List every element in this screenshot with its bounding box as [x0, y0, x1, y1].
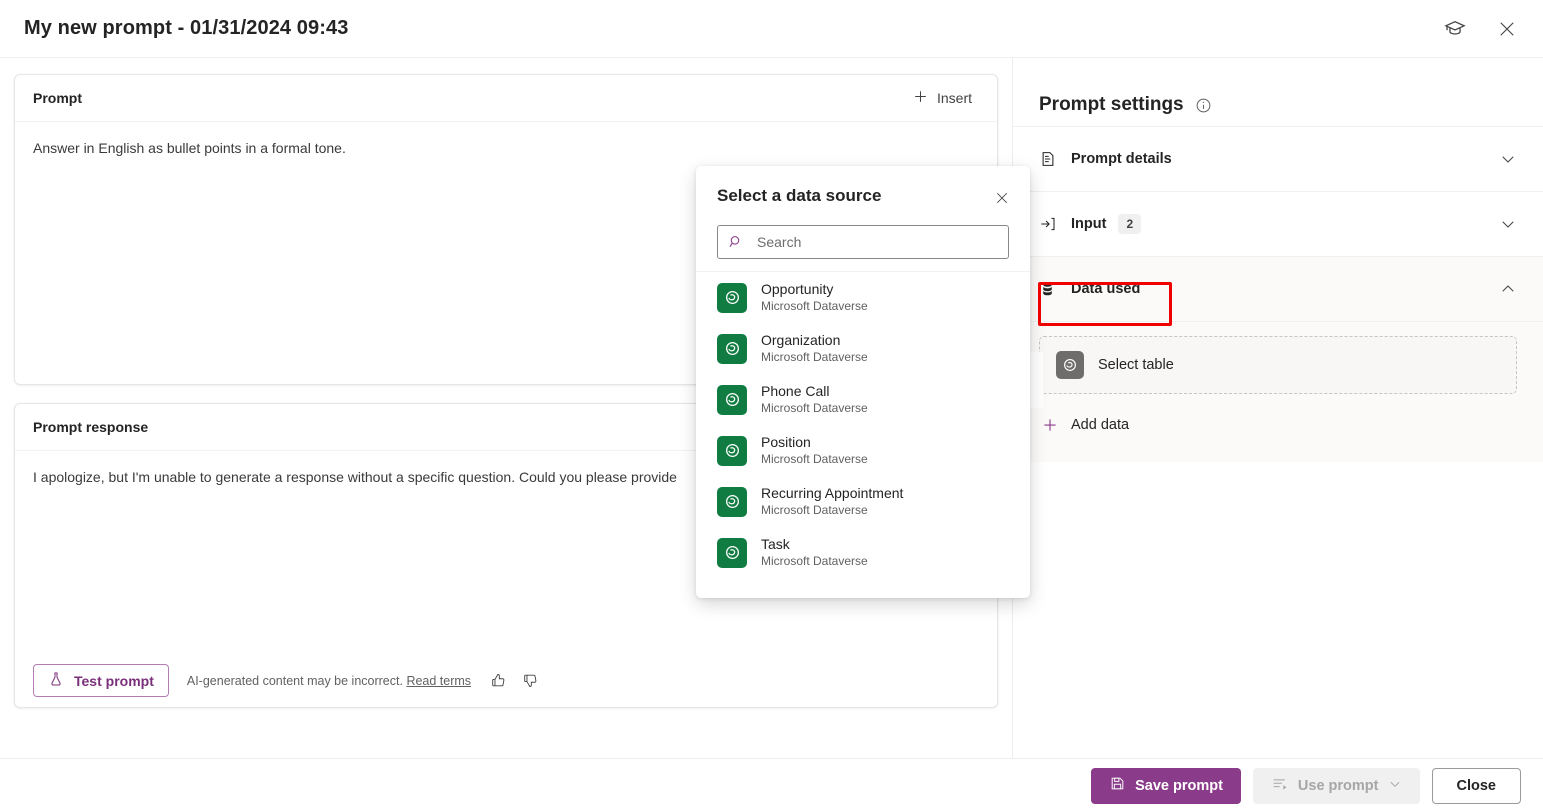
- dataverse-icon: [717, 435, 747, 466]
- chevron-down-icon[interactable]: [1499, 150, 1517, 168]
- plus-icon: [912, 88, 929, 108]
- chevron-up-icon[interactable]: [1499, 280, 1517, 298]
- list-item-text: Phone Call Microsoft Dataverse: [761, 383, 868, 417]
- feedback-controls: [487, 670, 541, 692]
- response-card-footer: Test prompt AI-generated content may be …: [15, 654, 997, 707]
- dataverse-icon: [717, 333, 747, 364]
- section-data-used-label: Data used: [1071, 281, 1141, 297]
- dataverse-icon: [717, 282, 747, 313]
- prompt-settings-title-row: Prompt settings: [1013, 58, 1543, 126]
- use-prompt-label: Use prompt: [1297, 777, 1379, 794]
- test-prompt-label: Test prompt: [74, 672, 154, 689]
- list-item-text: Opportunity Microsoft Dataverse: [761, 281, 868, 315]
- page-title: My new prompt - 01/31/2024 09:43: [24, 17, 349, 39]
- list-item-name: Opportunity: [761, 280, 834, 297]
- flyout-header: Select a data source: [696, 166, 1030, 212]
- list-item-name: Organization: [761, 331, 841, 348]
- read-terms-link[interactable]: Read terms: [406, 674, 471, 688]
- select-table-label: Select table: [1098, 357, 1174, 373]
- prompt-builder-dialog: My new prompt - 01/31/2024 09:43 Prompt: [0, 0, 1543, 812]
- list-item-text: Task Microsoft Dataverse: [761, 536, 868, 570]
- section-input-label: Input: [1071, 216, 1107, 232]
- dataverse-icon: [717, 486, 747, 517]
- prompt-settings-title: Prompt settings: [1039, 94, 1184, 115]
- section-input[interactable]: Input 2: [1013, 191, 1543, 256]
- prompt-card-header: Prompt Insert: [15, 75, 997, 122]
- list-item-text: Position Microsoft Dataverse: [761, 434, 868, 468]
- ai-disclaimer: AI-generated content may be incorrect. R…: [187, 674, 471, 688]
- database-icon: [1039, 281, 1061, 298]
- data-source-list: Opportunity Microsoft Dataverse Organiza…: [696, 271, 1030, 598]
- input-arrow-icon: [1039, 215, 1061, 233]
- list-item[interactable]: Opportunity Microsoft Dataverse: [696, 272, 1030, 323]
- close-icon[interactable]: [988, 184, 1016, 212]
- list-item-source: Microsoft Dataverse: [761, 452, 868, 467]
- use-prompt-icon: [1271, 775, 1289, 797]
- dataverse-icon: [717, 537, 747, 568]
- prompt-card-label: Prompt: [33, 90, 82, 106]
- use-prompt-button: Use prompt: [1252, 767, 1420, 804]
- list-item-source: Microsoft Dataverse: [761, 299, 868, 314]
- save-prompt-button[interactable]: Save prompt: [1091, 767, 1241, 804]
- chevron-down-icon[interactable]: [1499, 215, 1517, 233]
- dataverse-icon: [1056, 351, 1084, 379]
- list-item-source: Microsoft Dataverse: [761, 401, 868, 416]
- section-data-used[interactable]: Data used: [1013, 256, 1543, 321]
- save-icon: [1109, 775, 1126, 796]
- dialog-footer: Save prompt Use prompt Close: [0, 758, 1543, 812]
- search-icon: [728, 234, 744, 250]
- add-data-button[interactable]: Add data: [1039, 410, 1137, 440]
- section-prompt-details-label: Prompt details: [1071, 151, 1172, 167]
- document-icon: [1039, 150, 1061, 168]
- insert-button[interactable]: Insert: [903, 83, 981, 113]
- ai-disclaimer-text: AI-generated content may be incorrect.: [186, 673, 403, 688]
- list-item[interactable]: Organization Microsoft Dataverse: [696, 323, 1030, 374]
- close-icon[interactable]: [1487, 9, 1527, 49]
- graduation-cap-icon[interactable]: [1435, 9, 1475, 49]
- list-item[interactable]: Recurring Appointment Microsoft Datavers…: [696, 476, 1030, 527]
- insert-button-label: Insert: [936, 90, 972, 106]
- response-card-label: Prompt response: [33, 419, 149, 435]
- select-data-source-flyout: Select a data source Search Opportunity …: [696, 166, 1030, 598]
- thumbs-up-icon[interactable]: [487, 670, 509, 692]
- list-item-source: Microsoft Dataverse: [761, 350, 868, 365]
- list-item[interactable]: Position Microsoft Dataverse: [696, 425, 1030, 476]
- close-button[interactable]: Close: [1431, 767, 1521, 804]
- list-item-name: Position: [761, 433, 811, 450]
- add-data-label: Add data: [1071, 417, 1130, 433]
- search-box[interactable]: [717, 225, 1009, 259]
- select-table-button[interactable]: Select table: [1039, 336, 1517, 394]
- list-item[interactable]: Task Microsoft Dataverse: [696, 527, 1030, 578]
- close-button-label: Close: [1456, 777, 1497, 794]
- prompt-settings-pane: Prompt settings Prompt details Input 2 D…: [1012, 58, 1543, 758]
- list-item-name: Phone Call: [761, 382, 830, 399]
- flyout-title: Select a data source: [717, 186, 882, 205]
- list-item-source: Microsoft Dataverse: [761, 554, 868, 569]
- test-prompt-button[interactable]: Test prompt: [33, 664, 169, 697]
- plus-icon: [1041, 416, 1059, 434]
- search-input[interactable]: [755, 233, 998, 251]
- info-icon[interactable]: [1195, 97, 1212, 114]
- dialog-titlebar: My new prompt - 01/31/2024 09:43: [0, 0, 1543, 58]
- dataverse-icon: [717, 384, 747, 415]
- list-item[interactable]: Phone Call Microsoft Dataverse: [696, 374, 1030, 425]
- input-count-badge: 2: [1118, 214, 1142, 234]
- data-used-panel: Select table Add data: [1013, 321, 1543, 462]
- thumbs-down-icon[interactable]: [519, 670, 541, 692]
- section-prompt-details[interactable]: Prompt details: [1013, 126, 1543, 191]
- list-item-text: Recurring Appointment Microsoft Datavers…: [761, 485, 903, 519]
- list-item-source: Microsoft Dataverse: [761, 503, 868, 518]
- save-prompt-label: Save prompt: [1135, 777, 1223, 794]
- flask-icon: [48, 671, 64, 690]
- chevron-down-icon: [1388, 777, 1402, 795]
- list-item-name: Recurring Appointment: [761, 484, 904, 501]
- list-item-text: Organization Microsoft Dataverse: [761, 332, 868, 366]
- list-item-name: Task: [761, 535, 790, 552]
